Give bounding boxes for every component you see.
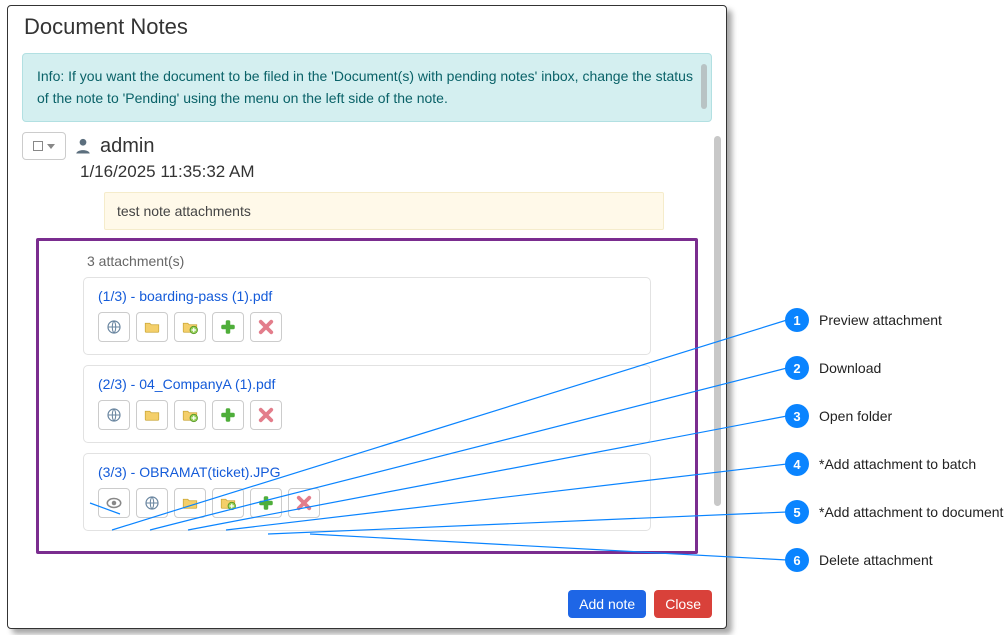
folder-plus-icon [181, 318, 199, 336]
callout-label: Delete attachment [819, 552, 933, 568]
callout-label: *Add attachment to batch [819, 456, 976, 472]
x-icon [257, 406, 275, 424]
callout-badge: 1 [785, 308, 809, 332]
add-note-button[interactable]: Add note [568, 590, 646, 618]
folder-icon [143, 318, 161, 336]
callout-item: 2 Download [785, 356, 1003, 380]
add-to-document-button[interactable] [250, 488, 282, 518]
modal-title: Document Notes [24, 14, 710, 40]
note-status-dropdown[interactable] [22, 132, 66, 160]
plus-icon [257, 494, 275, 512]
callout-badge: 5 [785, 500, 809, 524]
callout-item: 6 Delete attachment [785, 548, 1003, 572]
x-icon [257, 318, 275, 336]
checkbox-icon [33, 141, 43, 151]
callout-item: 3 Open folder [785, 404, 1003, 428]
callout-badge: 2 [785, 356, 809, 380]
callout-label: Download [819, 360, 881, 376]
callout-badge: 3 [785, 404, 809, 428]
note-timestamp: 1/16/2025 11:35:32 AM [80, 162, 712, 182]
info-alert-text: Info: If you want the document to be fil… [37, 68, 693, 106]
add-to-document-button[interactable] [212, 312, 244, 342]
info-scrollbar[interactable] [701, 64, 707, 109]
callout-label: Open folder [819, 408, 892, 424]
callout-label: *Add attachment to document [819, 504, 1003, 520]
callout-legend: 1 Preview attachment 2 Download 3 Open f… [785, 308, 1003, 572]
plus-icon [219, 318, 237, 336]
user-icon [74, 136, 92, 156]
download-button[interactable] [136, 488, 168, 518]
attachments-highlight-box: 3 attachment(s) (1/3) - boarding-pass (1… [36, 238, 698, 554]
x-icon [295, 494, 313, 512]
open-folder-button[interactable] [136, 400, 168, 430]
info-alert: Info: If you want the document to be fil… [22, 53, 712, 122]
folder-plus-icon [219, 494, 237, 512]
modal-header: Document Notes [8, 6, 726, 50]
callout-badge: 6 [785, 548, 809, 572]
add-to-batch-button[interactable] [174, 312, 206, 342]
callout-item: 1 Preview attachment [785, 308, 1003, 332]
callout-item: 4 *Add attachment to batch [785, 452, 1003, 476]
download-button[interactable] [98, 312, 130, 342]
attachments-count: 3 attachment(s) [87, 253, 651, 269]
globe-download-icon [105, 406, 123, 424]
close-button[interactable]: Close [654, 590, 712, 618]
globe-download-icon [105, 318, 123, 336]
note-author: admin [100, 135, 154, 158]
delete-attachment-button[interactable] [250, 312, 282, 342]
delete-attachment-button[interactable] [250, 400, 282, 430]
attachment-filename[interactable]: (2/3) - 04_CompanyA (1).pdf [98, 376, 636, 392]
callout-item: 5 *Add attachment to document [785, 500, 1003, 524]
open-folder-button[interactable] [136, 312, 168, 342]
attachment-card: (2/3) - 04_CompanyA (1).pdf [83, 365, 651, 443]
callout-badge: 4 [785, 452, 809, 476]
document-notes-modal: Document Notes Info: If you want the doc… [7, 5, 727, 629]
open-folder-button[interactable] [174, 488, 206, 518]
note-body: test note attachments [104, 192, 664, 230]
folder-plus-icon [181, 406, 199, 424]
plus-icon [219, 406, 237, 424]
chevron-down-icon [47, 144, 55, 149]
globe-download-icon [143, 494, 161, 512]
delete-attachment-button[interactable] [288, 488, 320, 518]
eye-icon [105, 494, 123, 512]
callout-label: Preview attachment [819, 312, 942, 328]
body-scrollbar[interactable] [714, 136, 721, 506]
preview-attachment-button[interactable] [98, 488, 130, 518]
attachment-card: (1/3) - boarding-pass (1).pdf [83, 277, 651, 355]
attachment-card: (3/3) - OBRAMAT(ticket).JPG [83, 453, 651, 531]
folder-icon [181, 494, 199, 512]
attachment-filename[interactable]: (3/3) - OBRAMAT(ticket).JPG [98, 464, 636, 480]
add-to-batch-button[interactable] [174, 400, 206, 430]
folder-icon [143, 406, 161, 424]
add-to-batch-button[interactable] [212, 488, 244, 518]
download-button[interactable] [98, 400, 130, 430]
modal-footer: Add note Close [8, 582, 726, 628]
add-to-document-button[interactable] [212, 400, 244, 430]
attachment-filename[interactable]: (1/3) - boarding-pass (1).pdf [98, 288, 636, 304]
note-area: admin 1/16/2025 11:35:32 AM test note at… [8, 128, 726, 582]
